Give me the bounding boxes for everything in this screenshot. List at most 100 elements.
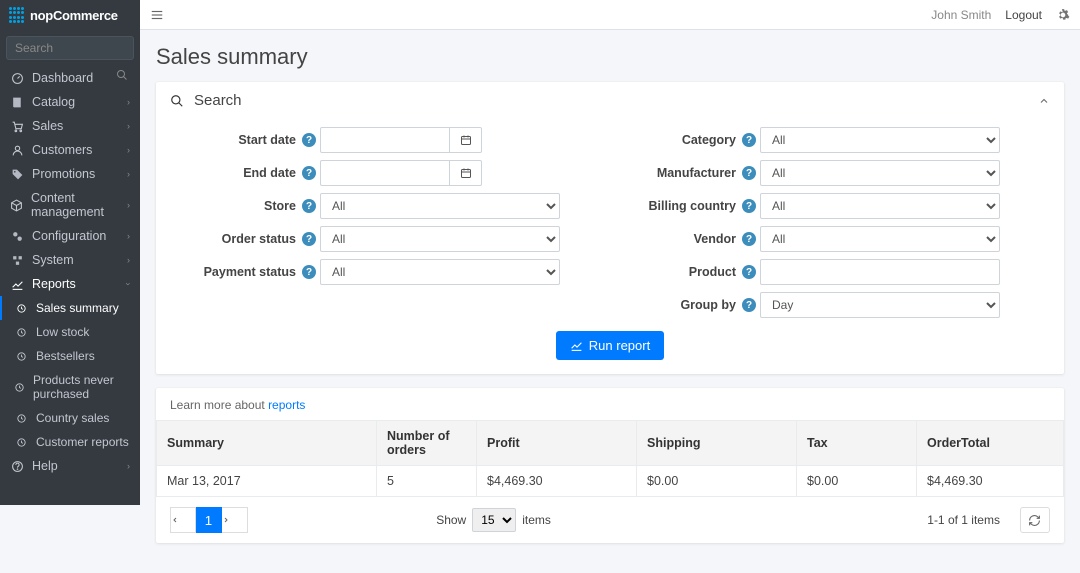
chevron-right-icon: › — [127, 461, 130, 471]
store-select[interactable]: All — [320, 193, 560, 219]
help-icon[interactable]: ? — [742, 133, 756, 147]
sidebar-item-sales[interactable]: Sales› — [0, 114, 140, 138]
sidebar-sub-label: Bestsellers — [36, 349, 95, 363]
pager: 1 — [170, 507, 248, 533]
search-icon — [170, 94, 184, 108]
cart-icon — [10, 120, 24, 133]
help-icon[interactable]: ? — [742, 265, 756, 279]
form-label: Payment status? — [170, 265, 320, 279]
sidebar-item-reports[interactable]: Reports› — [0, 272, 140, 296]
sidebar-item-label: Catalog — [32, 95, 75, 109]
form-label: Order status? — [170, 232, 320, 246]
product-input[interactable] — [760, 259, 1000, 285]
chart-icon — [570, 339, 583, 352]
settings-icon[interactable] — [1056, 8, 1070, 22]
help-icon[interactable]: ? — [302, 199, 316, 213]
col-ordertotal: OrderTotal — [917, 421, 1064, 466]
dot-icon — [14, 351, 28, 362]
learn-more: Learn more about reports — [156, 388, 1064, 420]
help-icon[interactable]: ? — [742, 199, 756, 213]
form-label: Group by? — [610, 298, 760, 312]
category-select[interactable]: All — [760, 127, 1000, 153]
form-row-billing-country: Billing country?All — [610, 193, 1050, 219]
form-label: End date? — [170, 166, 320, 180]
sidebar-sub-label: Customer reports — [36, 435, 129, 449]
form-label: Category? — [610, 133, 760, 147]
chevron-right-icon: › — [127, 145, 130, 155]
form-label: Manufacturer? — [610, 166, 760, 180]
vendor-select[interactable]: All — [760, 226, 1000, 252]
dot-icon — [14, 303, 28, 314]
help-icon[interactable]: ? — [302, 232, 316, 246]
sidebar-sub-customer-reports[interactable]: Customer reports — [0, 430, 140, 454]
form-row-store: Store?All — [170, 193, 610, 219]
calendar-button[interactable] — [450, 127, 482, 153]
help-icon[interactable]: ? — [302, 265, 316, 279]
form-label: Billing country? — [610, 199, 760, 213]
start-date-input[interactable] — [320, 127, 450, 153]
col-summary: Summary — [157, 421, 377, 466]
form-row-end-date: End date? — [170, 160, 610, 186]
help-icon[interactable]: ? — [742, 232, 756, 246]
sidebar-sub-sales-summary[interactable]: Sales summary — [0, 296, 140, 320]
pager-next-button[interactable] — [222, 507, 248, 533]
sidebar-item-catalog[interactable]: Catalog › — [0, 90, 140, 114]
sidebar-item-content-management[interactable]: Content management› — [0, 186, 140, 224]
payment-status-select[interactable]: All — [320, 259, 560, 285]
run-report-button[interactable]: Run report — [556, 331, 664, 360]
sidebar-sub-label: Sales summary — [36, 301, 119, 315]
report-panel: Learn more about reports SummaryNumber o… — [156, 388, 1064, 543]
form-label: Vendor? — [610, 232, 760, 246]
cell-profit: $4,469.30 — [477, 466, 637, 497]
col-profit: Profit — [477, 421, 637, 466]
table-footer: 1 Show 15 items 1-1 of 1 items — [156, 497, 1064, 543]
help-icon[interactable]: ? — [742, 166, 756, 180]
sidebar-search-input[interactable] — [6, 36, 134, 60]
brand[interactable]: nopCommerce — [0, 0, 140, 30]
sidebar-sub-products-never-purchased[interactable]: Products never purchased — [0, 368, 140, 406]
sidebar-item-configuration[interactable]: Configuration › — [0, 224, 140, 248]
dot-icon — [14, 382, 25, 393]
search-panel-header[interactable]: Search — [156, 82, 1064, 119]
help-icon[interactable]: ? — [302, 166, 316, 180]
sidebar-item-customers[interactable]: Customers› — [0, 138, 140, 162]
sidebar-item-promotions[interactable]: Promotions› — [0, 162, 140, 186]
sidebar-item-label: Configuration — [32, 229, 106, 243]
sidebar-item-help[interactable]: Help› — [0, 454, 140, 478]
hamburger-icon[interactable] — [150, 8, 164, 22]
sidebar-sub-low-stock[interactable]: Low stock — [0, 320, 140, 344]
sidebar-item-label: Content management — [31, 191, 127, 219]
dot-icon — [14, 413, 28, 424]
logout-link[interactable]: Logout — [1005, 8, 1042, 22]
sidebar-sub-label: Country sales — [36, 411, 109, 425]
chevron-right-icon: › — [127, 97, 130, 107]
sidebar: nopCommerce DashboardCatalog›Sales›Custo… — [0, 0, 140, 505]
refresh-button[interactable] — [1020, 507, 1050, 533]
pager-page-button[interactable]: 1 — [196, 507, 222, 533]
sidebar-sub-bestsellers[interactable]: Bestsellers — [0, 344, 140, 368]
sidebar-item-system[interactable]: System› — [0, 248, 140, 272]
manufacturer-select[interactable]: All — [760, 160, 1000, 186]
user-icon — [10, 144, 24, 157]
end-date-input[interactable] — [320, 160, 450, 186]
form-row-product: Product? — [610, 259, 1050, 285]
group-by-select[interactable]: Day — [760, 292, 1000, 318]
help-icon[interactable]: ? — [742, 298, 756, 312]
sidebar-sub-label: Low stock — [36, 325, 89, 339]
help-icon[interactable]: ? — [302, 133, 316, 147]
pager-prev-button[interactable] — [170, 507, 196, 533]
chevron-right-icon: › — [124, 283, 134, 286]
order-status-select[interactable]: All — [320, 226, 560, 252]
brand-logo-icon — [8, 6, 26, 24]
form-row-start-date: Start date? — [170, 127, 610, 153]
page-size-select[interactable]: 15 — [472, 508, 516, 532]
sidebar-item-label: Dashboard — [32, 71, 93, 85]
sidebar-item-dashboard[interactable]: Dashboard — [0, 66, 140, 90]
chevron-right-icon: › — [127, 231, 130, 241]
calendar-button[interactable] — [450, 160, 482, 186]
sidebar-sub-country-sales[interactable]: Country sales — [0, 406, 140, 430]
reports-link[interactable]: reports — [268, 398, 305, 412]
billing-country-select[interactable]: All — [760, 193, 1000, 219]
form-label: Store? — [170, 199, 320, 213]
gauge-icon — [10, 72, 24, 85]
